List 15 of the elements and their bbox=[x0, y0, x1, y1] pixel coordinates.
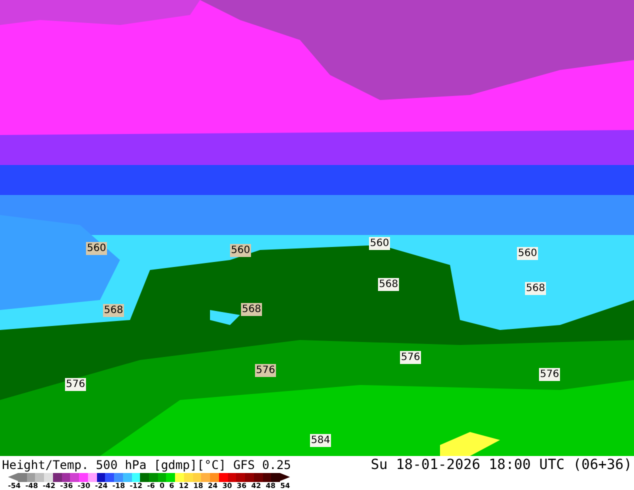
contour-label: 576 bbox=[539, 368, 560, 381]
contour-label: 576 bbox=[255, 364, 276, 377]
valid-time: Su 18-01-2026 18:00 UTC (06+36) bbox=[370, 456, 632, 472]
contour-label: 576 bbox=[65, 378, 86, 391]
contour-label: 560 bbox=[86, 242, 108, 255]
contour-label: 568 bbox=[378, 278, 400, 291]
contour-label: 560 bbox=[517, 247, 538, 260]
contour-label: 568 bbox=[525, 282, 546, 295]
contour-label: 560 bbox=[230, 244, 252, 257]
contour-label: 584 bbox=[310, 434, 332, 447]
contour-label: 560 bbox=[369, 237, 390, 250]
contour-label: 576 bbox=[400, 351, 422, 364]
contour-label: 568 bbox=[241, 303, 262, 316]
contour-label: 568 bbox=[103, 304, 124, 317]
chart-title: Height/Temp. 500 hPa [gdmp][°C] GFS 0.25 bbox=[2, 458, 291, 472]
